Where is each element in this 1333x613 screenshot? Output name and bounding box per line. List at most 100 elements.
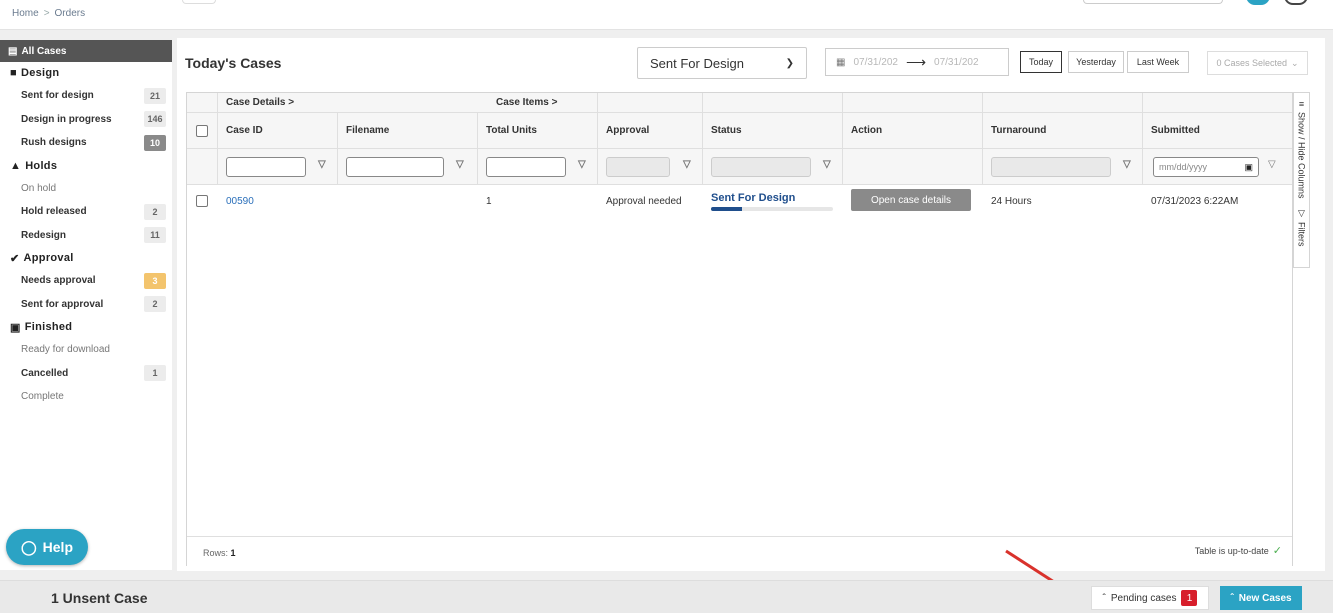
unsent-case-count[interactable]: 1 Unsent Case xyxy=(51,590,147,606)
user-avatar[interactable] xyxy=(1246,0,1270,5)
filename-filter-input[interactable] xyxy=(346,157,444,177)
calendar-icon: ▦ xyxy=(836,56,846,68)
column-header-filename[interactable]: Filename xyxy=(338,113,478,148)
funnel-icon[interactable]: ▽ xyxy=(578,159,586,170)
sidebar-item-cancelled[interactable]: Cancelled 1 xyxy=(0,362,172,386)
sidebar-item-complete[interactable]: Complete xyxy=(0,385,172,409)
funnel-icon[interactable]: ▽ xyxy=(318,159,326,170)
help-label: Help xyxy=(42,539,73,555)
column-header-submitted[interactable]: Submitted xyxy=(1143,113,1283,148)
sidebar-item-label: Complete xyxy=(21,391,64,403)
date-to[interactable]: 07/31/202 xyxy=(934,57,979,68)
sidebar-item-rush-designs[interactable]: Rush designs 10 xyxy=(0,131,172,155)
sidebar-group-holds: ▲ Holds xyxy=(0,155,172,177)
row-checkbox[interactable] xyxy=(196,195,208,207)
funnel-icon[interactable]: ▽ xyxy=(683,159,691,170)
funnel-icon[interactable]: ▽ xyxy=(1268,159,1276,170)
column-header-case-id[interactable]: Case ID xyxy=(218,113,338,148)
count-badge: 146 xyxy=(144,111,166,128)
column-header-status[interactable]: Status xyxy=(703,113,843,148)
sidebar-item-label: Needs approval xyxy=(21,275,96,287)
filter-cell-action xyxy=(843,149,983,184)
count-badge: 10 xyxy=(144,134,166,151)
range-last-week-button[interactable]: Last Week xyxy=(1127,51,1189,73)
table-row[interactable]: 00590 1 Approval needed Sent For Design … xyxy=(187,185,1292,217)
funnel-icon[interactable]: ▽ xyxy=(1123,159,1131,170)
sidebar-item-sent-for-approval[interactable]: Sent for approval 2 xyxy=(0,293,172,317)
filters-tab[interactable]: Filters xyxy=(1297,222,1307,247)
date-range-picker[interactable]: ▦ 07/31/202 ⟶ 07/31/202 xyxy=(825,48,1009,76)
sidebar-all-cases-label: All Cases xyxy=(21,45,67,57)
turnaround-filter-input[interactable] xyxy=(991,157,1111,177)
top-tab-fragment[interactable] xyxy=(182,0,216,4)
cases-selected-dropdown[interactable]: 0 Cases Selected ⌄ xyxy=(1207,51,1308,75)
column-header-action[interactable]: Action xyxy=(843,113,983,148)
sidebar-item-redesign[interactable]: Redesign 11 xyxy=(0,224,172,248)
group-header-case-details[interactable]: Case Details > xyxy=(218,93,488,112)
page-title: Today's Cases xyxy=(185,55,282,71)
chat-bubble-icon: ◯ xyxy=(20,538,37,555)
sidebar-item-sent-for-design[interactable]: Sent for design 21 xyxy=(0,84,172,108)
filter-cell-submitted: mm/dd/yyyy ▣ ▽ xyxy=(1143,149,1283,184)
breadcrumb-home[interactable]: Home xyxy=(12,8,39,19)
chevron-down-icon: ❯ xyxy=(785,57,794,69)
total-units-cell: 1 xyxy=(486,195,492,207)
status-filter-select[interactable]: Sent For Design ❯ xyxy=(637,47,807,79)
column-header-turnaround[interactable]: Turnaround xyxy=(983,113,1143,148)
help-button[interactable]: ◯ Help xyxy=(6,529,88,565)
new-cases-button[interactable]: ˆ New Cases xyxy=(1220,586,1302,610)
group-header-empty xyxy=(703,93,843,112)
sidebar-item-on-hold[interactable]: On hold xyxy=(0,177,172,201)
funnel-icon[interactable]: ▽ xyxy=(456,159,464,170)
count-badge: 21 xyxy=(144,87,166,104)
main-panel: Today's Cases Sent For Design ❯ ▦ 07/31/… xyxy=(177,38,1325,571)
sidebar-group-design: ■ Design xyxy=(0,62,172,84)
select-all-cell xyxy=(187,113,218,148)
sidebar-item-ready-for-download[interactable]: Ready for download xyxy=(0,338,172,362)
pending-cases-button[interactable]: ˆ Pending cases 1 xyxy=(1091,586,1209,610)
submitted-cell: 07/31/2023 6:22AM xyxy=(1151,195,1239,207)
approval-filter-input[interactable] xyxy=(606,157,670,177)
case-id-filter-input[interactable] xyxy=(226,157,306,177)
column-header-total-units[interactable]: Total Units xyxy=(478,113,598,148)
date-placeholder: mm/dd/yyyy xyxy=(1159,162,1208,172)
sidebar-group-label: Finished xyxy=(24,321,73,333)
filter-cell-total-units: ▽ xyxy=(478,149,598,184)
show-hide-columns-tab[interactable]: Show / Hide Columns xyxy=(1297,112,1307,199)
submitted-date-filter[interactable]: mm/dd/yyyy ▣ xyxy=(1153,157,1259,177)
chevron-up-icon: ˆ xyxy=(1102,592,1106,604)
range-today-button[interactable]: Today xyxy=(1020,51,1062,73)
group-header-empty xyxy=(983,93,1143,112)
arrow-right-icon: ⟶ xyxy=(905,53,927,70)
group-header-case-items[interactable]: Case Items > xyxy=(488,93,598,112)
sidebar-item-needs-approval[interactable]: Needs approval 3 xyxy=(0,269,172,293)
sidebar-item-hold-released[interactable]: Hold released 2 xyxy=(0,200,172,224)
sidebar-group-label: Design xyxy=(20,67,60,79)
case-id-link[interactable]: 00590 xyxy=(218,185,338,217)
sidebar-group-label: Approval xyxy=(23,252,74,264)
sidebar-item-design-in-progress[interactable]: Design in progress 146 xyxy=(0,108,172,132)
calendar-icon[interactable]: ▣ xyxy=(1244,162,1253,173)
sidebar-item-label: Rush designs xyxy=(21,137,87,149)
search-box-fragment[interactable] xyxy=(1083,0,1223,4)
total-units-filter-input[interactable] xyxy=(486,157,566,177)
range-yesterday-button[interactable]: Yesterday xyxy=(1068,51,1124,73)
sidebar-group-label: Holds xyxy=(25,159,58,172)
select-all-checkbox[interactable] xyxy=(196,124,208,137)
breadcrumb: Home > Orders xyxy=(12,8,85,19)
sidebar-all-cases[interactable]: ▤ All Cases xyxy=(0,40,172,62)
filter-cell-approval: ▽ xyxy=(598,149,703,184)
warning-icon: ▲ xyxy=(10,159,22,172)
folder-icon: ■ xyxy=(10,67,17,79)
notification-icon[interactable] xyxy=(1284,0,1308,5)
action-cell: Open case details xyxy=(843,185,983,217)
status-filter-input[interactable] xyxy=(711,157,811,177)
open-case-details-button[interactable]: Open case details xyxy=(851,189,971,211)
chevron-down-icon: ⌄ xyxy=(1291,57,1299,68)
date-from[interactable]: 07/31/202 xyxy=(853,57,898,68)
grid-header-row: Case ID Filename Total Units Approval St… xyxy=(187,113,1292,149)
calendar-icon: ▤ xyxy=(8,45,18,57)
funnel-icon[interactable]: ▽ xyxy=(823,159,831,170)
column-header-approval[interactable]: Approval xyxy=(598,113,703,148)
funnel-icon: ▽ xyxy=(1298,207,1305,218)
